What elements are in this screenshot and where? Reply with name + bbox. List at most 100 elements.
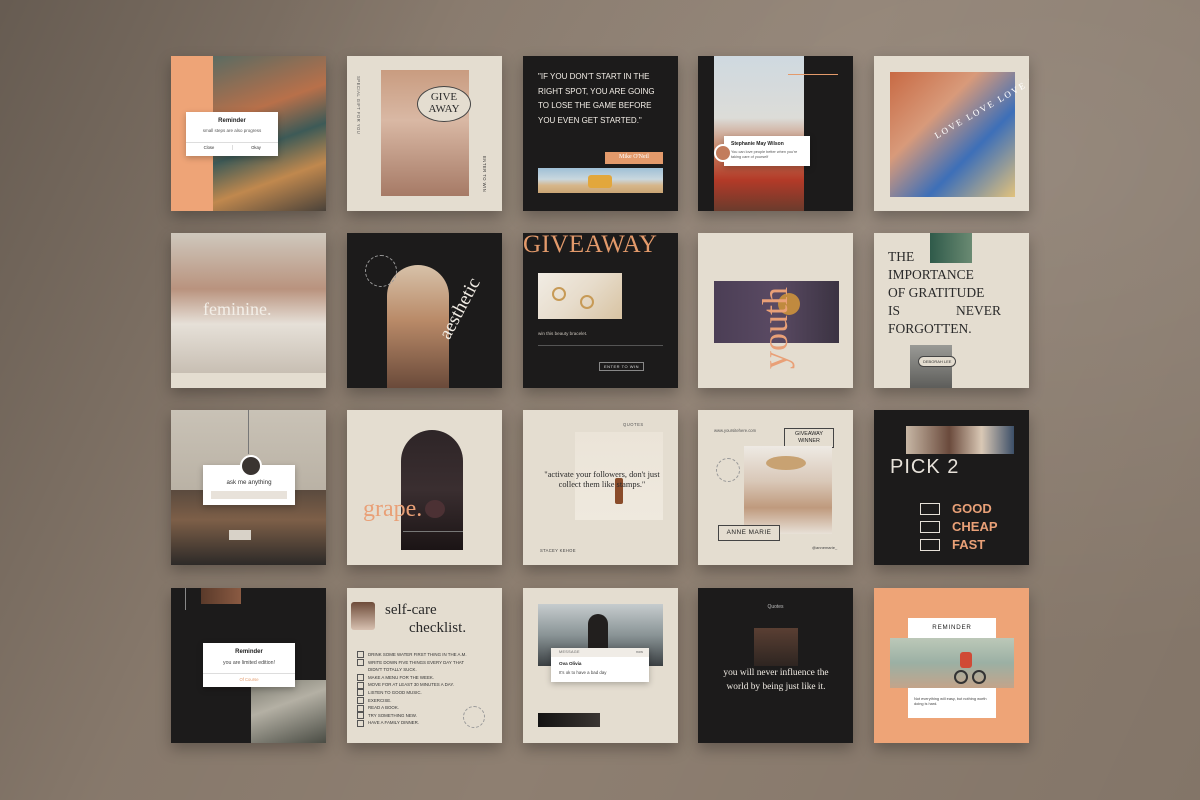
gratitude-line-4: IS bbox=[888, 303, 901, 318]
gratitude-line-1: THE bbox=[888, 249, 915, 264]
away-text: AWAY bbox=[428, 103, 460, 115]
message-notification[interactable]: MESSAGE now Ova Olivia It's ok to have a… bbox=[551, 648, 649, 682]
portrait-photo bbox=[351, 602, 375, 630]
checklist-item[interactable]: MOVE FOR AT LEAST 30 MINUTES A DAY. bbox=[357, 681, 467, 689]
checkbox[interactable] bbox=[920, 538, 940, 551]
okay-button[interactable]: Okay bbox=[232, 145, 279, 150]
testimonial-name: Stephanie May Wilson bbox=[731, 141, 784, 147]
quotes-label: QUOTES bbox=[623, 422, 644, 427]
post-activate-quote[interactable]: QUOTES "activate your followers, don't j… bbox=[523, 410, 678, 565]
message-label: MESSAGE bbox=[559, 650, 580, 654]
arms-up-photo bbox=[714, 56, 804, 211]
checkbox[interactable] bbox=[920, 520, 940, 533]
activate-author: STACEY KEHOE bbox=[540, 548, 576, 553]
post-giveaway-winner[interactable]: www.yoursitehere.com GIVEAWAY WINNER ANN… bbox=[698, 410, 853, 565]
winner-badge-line-1: GIVEAWAY bbox=[795, 431, 823, 437]
gratitude-line-2: IMPORTANCE bbox=[888, 267, 974, 282]
van-photo bbox=[538, 168, 663, 193]
testimonial-card: Stephanie May Wilson You can love people… bbox=[714, 136, 810, 166]
selfcare-title-1: self-care bbox=[385, 602, 437, 618]
post-reminder-limited[interactable]: Reminder you are limited edition! Of Cou… bbox=[171, 588, 326, 743]
checklist-item[interactable]: DIDN'T TOTALLY SUCK. bbox=[357, 666, 467, 674]
post-gratitude[interactable]: THE IMPORTANCE OF GRATITUDE IS NEVER FOR… bbox=[874, 233, 1029, 388]
giveaway-title: GIVEAWAY bbox=[523, 233, 658, 258]
special-gift-text: SPECIAL GIFT FOR YOU bbox=[356, 76, 361, 135]
winner-name-box: ANNE MARIE bbox=[718, 525, 780, 541]
post-testimonial[interactable]: Stephanie May Wilson You can love people… bbox=[698, 56, 853, 211]
post-grape[interactable]: grape. bbox=[347, 410, 502, 565]
post-youth[interactable]: youth bbox=[698, 233, 853, 388]
quote-author-badge: Mike O'Neil bbox=[605, 152, 663, 164]
reminder-caps: REMINDER bbox=[932, 624, 972, 631]
checklist-item[interactable]: EXERCISE. bbox=[357, 696, 467, 705]
give-away-oval: GIVE AWAY bbox=[417, 86, 471, 122]
ring-icon bbox=[580, 295, 594, 309]
bike-photo bbox=[890, 638, 1014, 688]
quote-text: "IF YOU DON'T START IN THE RIGHT SPOT, Y… bbox=[538, 72, 655, 125]
gratitude-line-6: FORGOTTEN. bbox=[888, 321, 972, 336]
gratitude-line-5: NEVER bbox=[956, 303, 1001, 318]
ask-input[interactable] bbox=[211, 491, 287, 499]
pick2-title: PICK 2 bbox=[890, 456, 960, 478]
influence-quote: you will never influence the world by be… bbox=[723, 668, 829, 692]
post-feminine[interactable]: feminine. bbox=[171, 233, 326, 388]
plant-photo bbox=[930, 233, 972, 263]
grape-cluster bbox=[425, 500, 445, 518]
checklist: DRINK SOME WATER FIRST THING IN THE A.M.… bbox=[357, 651, 467, 727]
quote-author: Mike O'Neil bbox=[619, 154, 649, 160]
post-give-away[interactable]: GIVE AWAY SPECIAL GIFT FOR YOU ENTER TO … bbox=[347, 56, 502, 211]
man-photo bbox=[754, 628, 798, 666]
post-love[interactable]: LOVE LOVE LOVE LOVE bbox=[874, 56, 1029, 211]
post-giveaway-bracelet[interactable]: GIVEAWAY win this beauty bracelet. ENTER… bbox=[523, 233, 678, 388]
post-message[interactable]: MESSAGE now Ova Olivia It's ok to have a… bbox=[523, 588, 678, 743]
checkbox[interactable] bbox=[920, 502, 940, 515]
enter-to-win-text[interactable]: ENTER TO WIN bbox=[482, 156, 487, 192]
quotes-label-2: Quotes bbox=[767, 604, 784, 610]
winner-photo bbox=[744, 446, 832, 534]
winner-name: ANNE MARIE bbox=[726, 529, 772, 536]
checklist-item[interactable]: READ A BOOK. bbox=[357, 704, 467, 712]
sunburst-icon bbox=[463, 706, 485, 728]
strip-photo bbox=[538, 713, 600, 727]
post-pick-2[interactable]: PICK 2 GOOD CHEAP FAST bbox=[874, 410, 1029, 565]
winner-badge: GIVEAWAY WINNER bbox=[784, 428, 834, 448]
grape-arch-photo bbox=[401, 430, 463, 550]
post-reminder-progress[interactable]: Reminder small steps are also progress C… bbox=[171, 56, 326, 211]
option-fast[interactable]: FAST bbox=[920, 536, 985, 554]
message-time: now bbox=[636, 650, 643, 654]
child-shape bbox=[960, 652, 972, 668]
ask-box: ask me anything bbox=[203, 455, 295, 505]
checklist-item[interactable]: DRINK SOME WATER FIRST THING IN THE A.M. bbox=[357, 651, 467, 659]
top-photo bbox=[201, 588, 241, 604]
winner-badge-line-2: WINNER bbox=[798, 438, 820, 444]
website-text: www.yoursitehere.com bbox=[714, 428, 757, 433]
post-quote-game[interactable]: "IF YOU DON'T START IN THE RIGHT SPOT, Y… bbox=[523, 56, 678, 211]
sunburst-icon bbox=[365, 255, 397, 287]
checklist-item[interactable]: WRITE DOWN FIVE THINGS EVERY DAY THAT bbox=[357, 658, 467, 667]
reminder-subtitle: small steps are also progress bbox=[202, 128, 262, 133]
checklist-item[interactable]: TRY SOMETHING NEW. bbox=[357, 712, 467, 720]
option-good[interactable]: GOOD bbox=[920, 500, 992, 518]
woman-color-photo bbox=[890, 72, 1015, 197]
checklist-item[interactable]: MAKE A MENU FOR THE WEEK. bbox=[357, 674, 467, 682]
option-cheap[interactable]: CHEAP bbox=[920, 518, 998, 536]
post-ask-me-anything[interactable]: ask me anything bbox=[171, 410, 326, 565]
post-reminder-peach[interactable]: REMINDER Not everything will easy, but n… bbox=[874, 588, 1029, 743]
checklist-item[interactable]: HAVE A FAMILY DINNER. bbox=[357, 719, 467, 727]
post-self-care[interactable]: self-care checklist. DRINK SOME WATER FI… bbox=[347, 588, 502, 743]
close-button[interactable]: Close bbox=[186, 145, 232, 150]
of-course-button[interactable]: Of Course bbox=[203, 677, 295, 682]
reminder-title: Reminder bbox=[218, 118, 246, 124]
accent-line bbox=[788, 74, 838, 75]
jewelry-photo bbox=[538, 273, 622, 319]
selfcare-title-2: checklist. bbox=[409, 620, 467, 636]
ring-icon bbox=[552, 287, 566, 301]
gratitude-line-3: OF GRATITUDE bbox=[888, 285, 985, 300]
reminder-note: Not everything will easy, but nothing wo… bbox=[914, 696, 987, 707]
enter-to-win-button[interactable]: ENTER TO WIN bbox=[599, 362, 644, 371]
post-aesthetic[interactable]: aesthetic bbox=[347, 233, 502, 388]
avatar bbox=[714, 144, 732, 162]
checklist-item[interactable]: LISTEN TO GOOD MUSIC. bbox=[357, 689, 467, 697]
post-influence-quote[interactable]: Quotes you will never influence the worl… bbox=[698, 588, 853, 743]
give-text: GIVE bbox=[430, 91, 458, 103]
